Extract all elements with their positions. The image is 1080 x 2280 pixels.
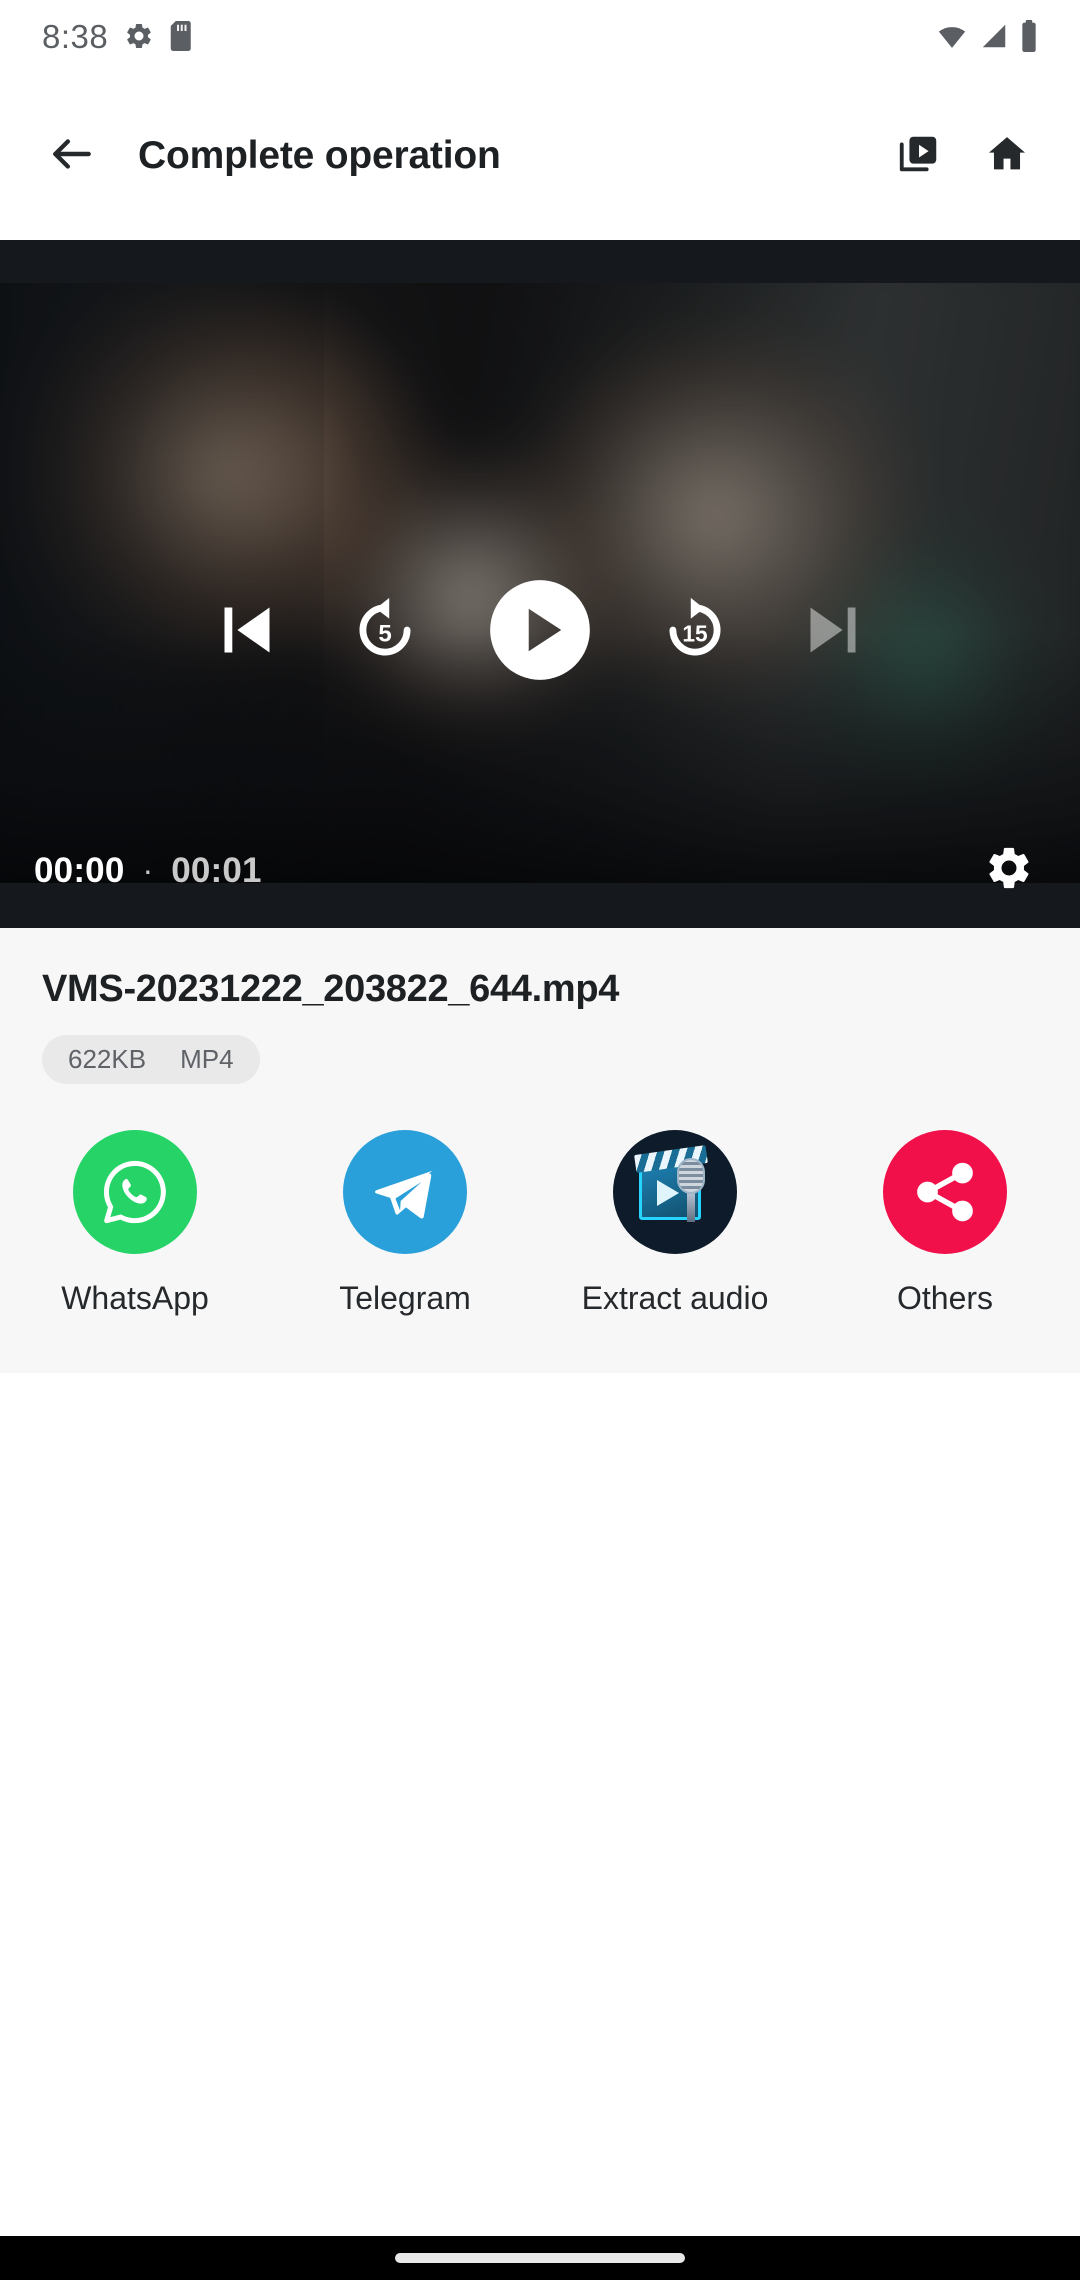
share-target-label: Others <box>896 1280 994 1316</box>
sd-card-icon <box>170 21 194 51</box>
page-empty-area <box>0 1373 1080 2133</box>
battery-icon <box>1020 20 1038 52</box>
rewind-button[interactable]: 5 <box>330 577 440 687</box>
back-button[interactable] <box>34 118 110 194</box>
arrow-back-icon <box>47 129 97 184</box>
share-target-others[interactable]: Others <box>810 1130 1080 1317</box>
video-library-icon <box>896 131 942 182</box>
video-library-button[interactable] <box>880 117 958 195</box>
share-target-label: Extract audio <box>581 1280 769 1316</box>
share-card: VMS-20231222_203822_644.mp4 622KB MP4 Wh… <box>0 928 1080 1373</box>
settings-gear-icon <box>984 843 1034 898</box>
whatsapp-icon <box>73 1130 197 1254</box>
total-time: 00:01 <box>171 850 262 890</box>
player-settings-button[interactable] <box>968 830 1050 912</box>
video-player[interactable]: 5 15 00:00 · 00:01 <box>0 240 1080 928</box>
app-bar: Complete operation <box>0 72 1080 240</box>
telegram-icon <box>343 1130 467 1254</box>
time-row: 00:00 · 00:01 <box>0 813 1080 928</box>
cellular-signal-icon <box>979 21 1009 51</box>
share-target-telegram[interactable]: Telegram <box>270 1130 540 1317</box>
file-meta-badge: 622KB MP4 <box>42 1035 260 1084</box>
previous-button[interactable] <box>192 577 302 687</box>
status-bar-right <box>936 20 1038 52</box>
extract-audio-play <box>657 1180 679 1206</box>
skip-next-icon <box>797 594 869 671</box>
share-target-whatsapp[interactable]: WhatsApp <box>0 1130 270 1317</box>
status-bar-left: 8:38 <box>42 20 194 53</box>
extract-audio-mic-head <box>677 1158 705 1194</box>
system-navigation-bar <box>0 2236 1080 2280</box>
share-icon <box>883 1130 1007 1254</box>
extract-audio-icon <box>613 1130 737 1254</box>
svg-text:5: 5 <box>378 620 391 647</box>
share-target-label: WhatsApp <box>61 1280 209 1316</box>
file-size: 622KB <box>68 1044 147 1074</box>
page-title: Complete operation <box>138 134 501 177</box>
file-format: MP4 <box>180 1044 234 1074</box>
next-button[interactable] <box>778 577 888 687</box>
forward-button[interactable]: 15 <box>640 577 750 687</box>
share-target-label: Telegram <box>339 1280 471 1316</box>
home-button[interactable] <box>968 117 1046 195</box>
extract-audio-mic-stem <box>687 1192 695 1222</box>
replay-5-icon: 5 <box>346 591 424 674</box>
home-icon <box>984 131 1030 182</box>
share-target-extract-audio[interactable]: Extract audio <box>540 1130 810 1317</box>
gear-icon <box>124 21 154 51</box>
play-button[interactable] <box>488 578 592 687</box>
current-time: 00:00 <box>34 850 125 890</box>
svg-text:15: 15 <box>682 620 708 646</box>
forward-15-icon: 15 <box>656 591 734 674</box>
skip-previous-icon <box>211 594 283 671</box>
file-name: VMS-20231222_203822_644.mp4 <box>42 968 620 1010</box>
status-clock: 8:38 <box>42 17 109 55</box>
status-bar: 8:38 <box>0 0 1080 72</box>
play-icon <box>488 578 592 687</box>
share-target-list: WhatsApp Telegram Extract audio Others <box>0 1130 1080 1317</box>
player-controls: 5 15 <box>0 577 1080 687</box>
time-separator: · <box>142 852 154 888</box>
wifi-icon <box>936 21 968 51</box>
home-gesture-pill[interactable] <box>395 2253 685 2263</box>
